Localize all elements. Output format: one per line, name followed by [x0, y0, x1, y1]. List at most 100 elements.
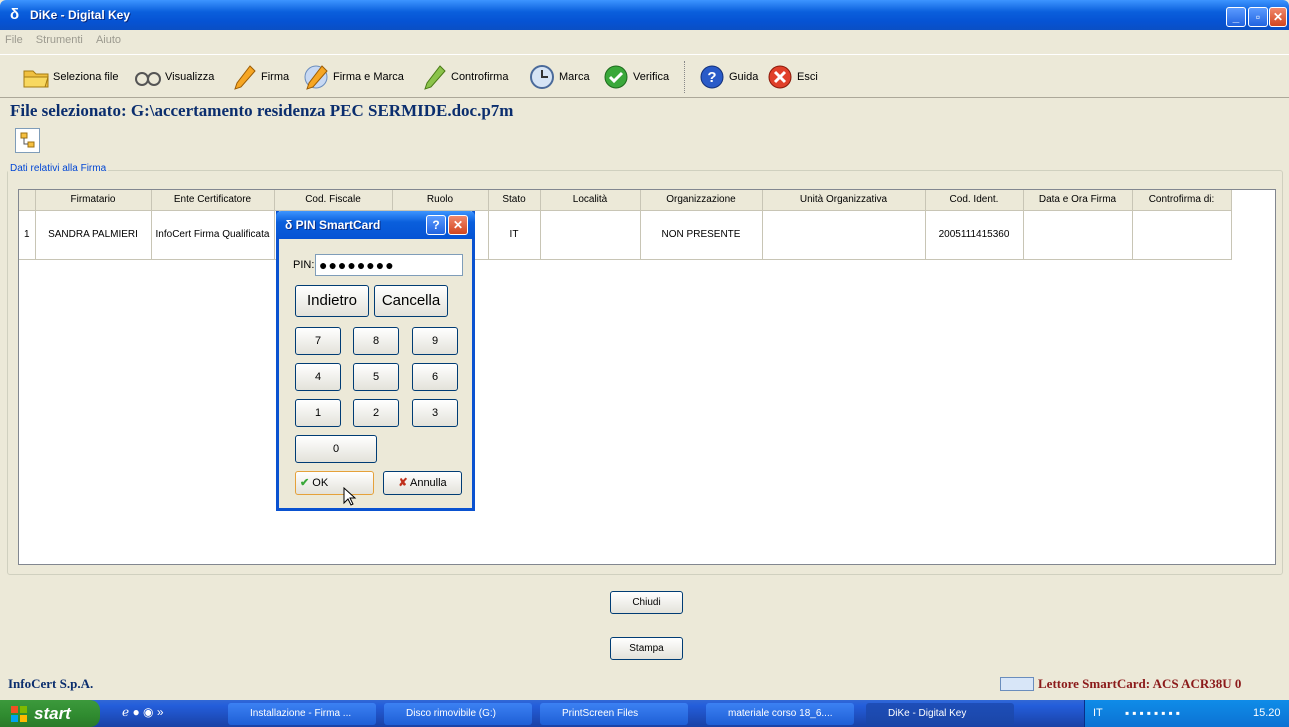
- ok-label: OK: [312, 477, 329, 489]
- key-3-button[interactable]: 3: [412, 399, 458, 427]
- sign-label: Firma: [261, 71, 290, 83]
- windows-logo-icon: [11, 706, 27, 722]
- timestamp-label: Marca: [559, 71, 590, 83]
- exit-button[interactable]: Esci: [766, 62, 818, 92]
- help-button[interactable]: ? Guida: [698, 62, 758, 92]
- task-dike[interactable]: DiKe - Digital Key: [866, 703, 1014, 725]
- close-button[interactable]: ✕: [1269, 7, 1287, 27]
- card-reader-icon: [1000, 677, 1034, 691]
- table-cell: 2005111415360: [925, 210, 1024, 260]
- minimize-button[interactable]: _: [1226, 7, 1246, 27]
- title-bar[interactable]: δ DiKe - Digital Key _ ▫ ✕: [0, 0, 1289, 30]
- exit-icon: [768, 65, 792, 89]
- select-file-button[interactable]: Seleziona file: [22, 62, 118, 92]
- start-label: start: [34, 704, 71, 723]
- glasses-icon: [135, 72, 161, 86]
- menu-file[interactable]: File: [0, 31, 28, 49]
- table-cell: [1023, 210, 1133, 260]
- countersign-button[interactable]: Controfirma: [420, 62, 508, 92]
- close-dialog-button[interactable]: Chiudi: [610, 591, 683, 614]
- menu-aiuto[interactable]: Aiuto: [91, 31, 126, 49]
- chrome-icon[interactable]: ◉: [143, 705, 153, 719]
- pin-dialog: δ PIN SmartCard ? ✕ PIN: ●●●●●●●● Indiet…: [276, 211, 475, 511]
- countersign-label: Controfirma: [451, 71, 509, 83]
- task-installazione[interactable]: Installazione - Firma ...: [228, 703, 376, 725]
- language-indicator[interactable]: IT: [1093, 707, 1103, 719]
- pin-label: PIN:: [293, 259, 315, 271]
- sign-button[interactable]: Firma: [230, 62, 289, 92]
- check-icon: [604, 65, 628, 89]
- column-header[interactable]: Organizzazione: [640, 190, 763, 211]
- task-disco-rimovibile[interactable]: Disco rimovibile (G:): [384, 703, 532, 725]
- cancel-button[interactable]: ✘ Annulla: [383, 471, 462, 495]
- back-button[interactable]: Indietro: [295, 285, 369, 317]
- taskbar: start ℯ ● ◉ » Installazione - Firma ... …: [0, 700, 1289, 727]
- dialog-close-button[interactable]: ✕: [448, 215, 468, 235]
- selected-file-label: File selezionato: G:\accertamento reside…: [10, 101, 514, 120]
- ok-button[interactable]: ✔ OK: [295, 471, 374, 495]
- exit-label: Esci: [797, 71, 818, 83]
- help-icon: ?: [700, 65, 724, 89]
- column-header[interactable]: Ruolo: [392, 190, 489, 211]
- pin-input[interactable]: ●●●●●●●●: [315, 254, 463, 276]
- toolbar-separator: [684, 61, 686, 93]
- print-button[interactable]: Stampa: [610, 637, 683, 660]
- system-tray: IT ▪▪▪▪▪▪▪▪ 15.20: [1084, 700, 1289, 727]
- footer-company: InfoCert S.p.A.: [8, 676, 94, 691]
- countersign-pen-icon: [424, 65, 446, 90]
- column-header[interactable]: Ente Certificatore: [151, 190, 275, 211]
- pen-stamp-icon: [304, 65, 328, 90]
- start-button[interactable]: start: [0, 700, 100, 727]
- task-printscreen-files[interactable]: PrintScreen Files: [540, 703, 688, 725]
- column-header[interactable]: Stato: [488, 190, 541, 211]
- more-chevron-icon[interactable]: »: [157, 705, 164, 719]
- ie-icon[interactable]: ℯ: [122, 705, 129, 719]
- cancel-label: Annulla: [409, 477, 447, 489]
- key-7-button[interactable]: 7: [295, 327, 341, 355]
- clock-icon: [530, 65, 554, 89]
- group-title: Dati relativi alla Firma: [8, 163, 109, 174]
- tree-view-button[interactable]: [15, 128, 40, 153]
- dialog-title-bar[interactable]: δ PIN SmartCard ? ✕: [276, 211, 475, 239]
- column-header[interactable]: Cod. Fiscale: [274, 190, 393, 211]
- menu-strumenti[interactable]: Strumenti: [31, 31, 88, 49]
- timestamp-button[interactable]: Marca: [528, 62, 590, 92]
- task-materiale-corso[interactable]: materiale corso 18_6....: [706, 703, 854, 725]
- sign-and-timestamp-button[interactable]: Firma e Marca: [302, 62, 404, 92]
- table-row[interactable]: 1 SANDRA PALMIERI InfoCert Firma Qualifi…: [19, 210, 1232, 260]
- tray-icons[interactable]: ▪▪▪▪▪▪▪▪: [1125, 706, 1183, 720]
- verify-button[interactable]: Verifica: [602, 62, 669, 92]
- key-4-button[interactable]: 4: [295, 363, 341, 391]
- cancel-x-icon: ✘: [398, 477, 408, 489]
- signature-data-group: Dati relativi alla Firma Firmatario Ente…: [7, 163, 1283, 575]
- toolbar: Seleziona file Visualizza Firma Firma e …: [0, 54, 1289, 98]
- column-header[interactable]: Controfirma di:: [1132, 190, 1232, 211]
- column-header[interactable]: Unità Organizzativa: [762, 190, 926, 211]
- column-header[interactable]: Cod. Ident.: [925, 190, 1024, 211]
- table-header-row: Firmatario Ente Certificatore Cod. Fisca…: [19, 190, 1232, 211]
- firefox-icon[interactable]: ●: [132, 705, 139, 719]
- key-2-button[interactable]: 2: [353, 399, 399, 427]
- dialog-help-button[interactable]: ?: [426, 215, 446, 235]
- corner-cell: [19, 190, 36, 211]
- column-header[interactable]: Data e Ora Firma: [1023, 190, 1133, 211]
- key-5-button[interactable]: 5: [353, 363, 399, 391]
- ok-check-icon: ✔: [300, 477, 310, 489]
- key-1-button[interactable]: 1: [295, 399, 341, 427]
- row-index: 1: [19, 210, 36, 260]
- column-header[interactable]: Firmatario: [35, 190, 152, 211]
- key-0-button[interactable]: 0: [295, 435, 377, 463]
- key-9-button[interactable]: 9: [412, 327, 458, 355]
- select-file-label: Seleziona file: [53, 71, 119, 83]
- key-6-button[interactable]: 6: [412, 363, 458, 391]
- pen-icon: [234, 65, 256, 90]
- view-button[interactable]: Visualizza: [134, 62, 214, 92]
- tree-icon: [20, 132, 35, 148]
- help-label: Guida: [729, 71, 759, 83]
- maximize-button[interactable]: ▫: [1248, 7, 1268, 27]
- column-header[interactable]: Località: [540, 190, 641, 211]
- clear-button[interactable]: Cancella: [374, 285, 448, 317]
- key-8-button[interactable]: 8: [353, 327, 399, 355]
- clock: 15.20: [1253, 707, 1281, 719]
- folder-icon: [23, 70, 49, 88]
